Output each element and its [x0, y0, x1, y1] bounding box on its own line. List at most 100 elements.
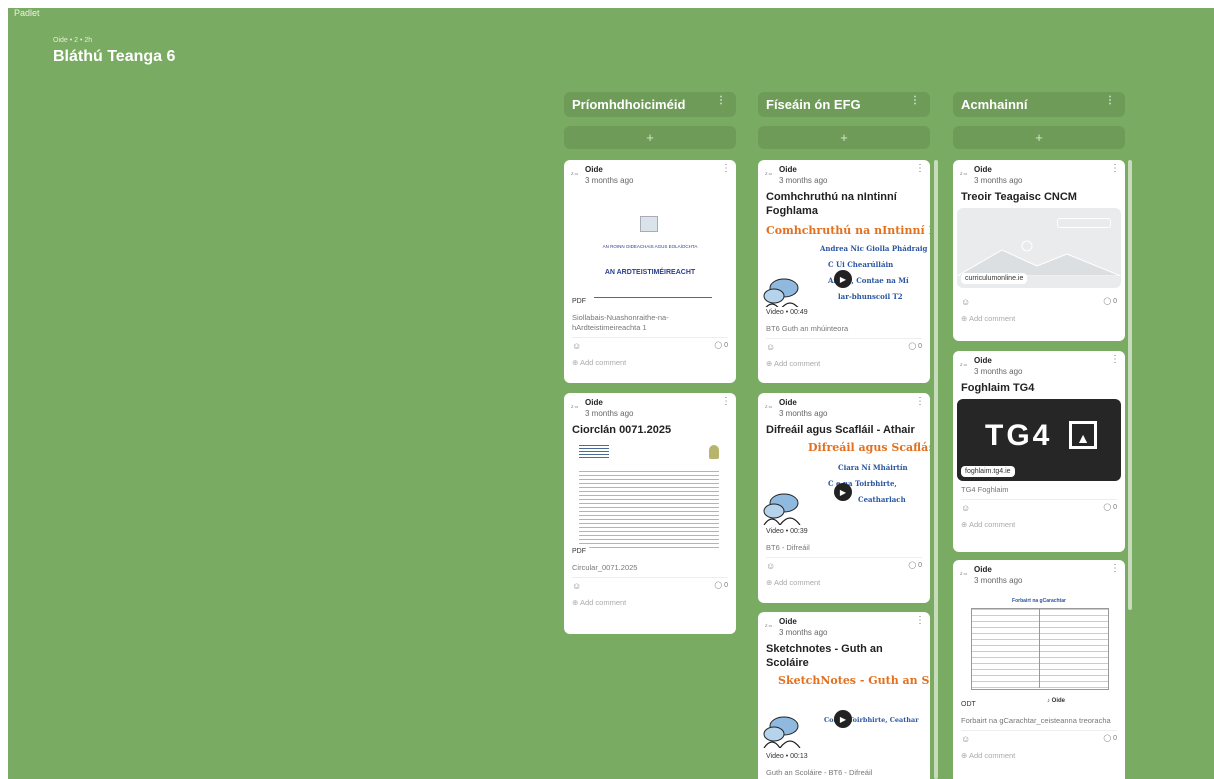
- speech-bubbles-icon: [763, 278, 801, 310]
- post-card[interactable]: Z ▭ Oide 3 months ago ⋮ Sketchnotes - Gu…: [758, 612, 930, 779]
- add-comment[interactable]: ⊕ Add comment: [564, 354, 736, 371]
- comment-count[interactable]: ◯ 0: [1103, 297, 1117, 305]
- column-scrollbar[interactable]: [934, 160, 938, 779]
- add-comment[interactable]: ⊕ Add comment: [953, 310, 1125, 327]
- reaction-icon[interactable]: ☺: [572, 341, 581, 351]
- reaction-icon[interactable]: ☺: [961, 297, 970, 307]
- doc-line: AN ROINN OIDEACHAIS AGUS EOLAÍOCHTA: [602, 244, 698, 249]
- post-card[interactable]: Z ▭ Oide 3 months ago ⋮ AN ROINN OIDEACH…: [564, 160, 736, 383]
- post-author: Oide: [779, 617, 797, 626]
- video-title-text: Difreáil agus Scaflá:: [808, 441, 930, 454]
- video-caption: BT6 Guth an mhúinteora: [766, 324, 849, 333]
- avatar: Z ▭: [765, 623, 773, 628]
- link-preview[interactable]: TG4 ▲ foghlaim.tg4.ie: [957, 399, 1121, 481]
- post-time: 3 months ago: [585, 409, 634, 418]
- comment-count[interactable]: ◯ 0: [908, 342, 922, 350]
- reaction-icon[interactable]: ☺: [766, 561, 775, 571]
- play-icon[interactable]: ▶: [834, 483, 852, 501]
- board-title: Bláthú Teanga 6: [53, 48, 176, 65]
- column-menu-icon[interactable]: ⋮: [716, 95, 726, 106]
- padlet-logo[interactable]: Padlet: [14, 8, 40, 18]
- add-post-button[interactable]: +: [758, 126, 930, 149]
- link-caption: TG4 Foghlaim: [961, 485, 1009, 494]
- post-author: Oide: [974, 356, 992, 365]
- post-card[interactable]: Z ▭ Oide 3 months ago ⋮ Comhchruthú na n…: [758, 160, 930, 383]
- avatar: Z ▭: [571, 404, 579, 409]
- post-footer: ☺ ◯ 0: [766, 557, 922, 574]
- post-header: Z ▭ Oide 3 months ago ⋮: [758, 160, 930, 190]
- avatar: Z ▭: [960, 571, 968, 576]
- comment-count[interactable]: ◯ 0: [714, 341, 728, 349]
- post-card[interactable]: Z ▭ Oide 3 months ago ⋮ Treoir Teagaisc …: [953, 160, 1125, 341]
- video-thumbnail[interactable]: SketchNotes - Guth an Sc Coláis Toirbhir…: [758, 674, 930, 766]
- video-duration-badge: Video • 00:39: [762, 526, 812, 537]
- comment-count[interactable]: ◯ 0: [908, 561, 922, 569]
- column-title: Príomhdhoiciméid: [572, 97, 686, 112]
- add-comment[interactable]: ⊕ Add comment: [953, 747, 1125, 764]
- video-title-text: Comhchruthú na nIntinní F: [766, 224, 930, 237]
- post-menu-icon[interactable]: ⋮: [915, 163, 925, 174]
- post-card[interactable]: Z ▭ Oide 3 months ago ⋮ Difreáil agus Sc…: [758, 393, 930, 603]
- add-comment[interactable]: ⊕ Add comment: [758, 574, 930, 591]
- add-post-button[interactable]: +: [564, 126, 736, 149]
- video-thumbnail[interactable]: Difreáil agus Scaflá: Ciara Ní Mháirtín …: [758, 441, 930, 541]
- placeholder-bar: [1057, 218, 1111, 228]
- post-menu-icon[interactable]: ⋮: [1110, 163, 1120, 174]
- add-post-button[interactable]: +: [953, 126, 1125, 149]
- add-comment[interactable]: ⊕ Add comment: [758, 355, 930, 372]
- post-card[interactable]: Z ▭ Oide 3 months ago ⋮ Ciorclán 0071.20…: [564, 393, 736, 634]
- video-thumbnail[interactable]: Comhchruthú na nIntinní F Andrea Nic Gio…: [758, 222, 930, 322]
- odt-preview[interactable]: Forbairt na gCarachtar ♪ Oide ODT: [953, 594, 1125, 714]
- reaction-icon[interactable]: ☺: [572, 581, 581, 591]
- column-header: Físeáin ón EFG ⋮: [758, 92, 930, 117]
- post-menu-icon[interactable]: ⋮: [1110, 354, 1120, 365]
- video-text: Ceatharlach: [858, 495, 906, 504]
- play-icon[interactable]: ▶: [834, 710, 852, 728]
- crest-icon: [640, 216, 658, 232]
- video-title-text: SketchNotes - Guth an Sc: [778, 674, 930, 687]
- video-duration-badge: Video • 00:13: [762, 751, 812, 762]
- post-footer: ☺ ◯ 0: [572, 577, 728, 594]
- post-time: 3 months ago: [974, 576, 1023, 585]
- comment-count[interactable]: ◯ 0: [1103, 734, 1117, 742]
- column-title: Físeáin ón EFG: [766, 97, 861, 112]
- link-preview[interactable]: curriculumonline.ie: [957, 208, 1121, 288]
- post-header: Z ▭ Oide 3 months ago ⋮: [564, 393, 736, 423]
- post-time: 3 months ago: [779, 628, 828, 637]
- add-comment[interactable]: ⊕ Add comment: [564, 594, 736, 611]
- harp-icon: [709, 445, 719, 459]
- post-title: Sketchnotes - Guth an Scoláire: [766, 643, 883, 669]
- reaction-icon[interactable]: ☺: [766, 342, 775, 352]
- column-header: Acmhainní ⋮: [953, 92, 1125, 117]
- attachment-name: Circular_0071.2025: [572, 563, 638, 572]
- board-meta: Oide • 2 • 2h: [53, 37, 93, 44]
- column-scrollbar[interactable]: [1128, 160, 1132, 610]
- reaction-icon[interactable]: ☺: [961, 734, 970, 744]
- pdf-preview[interactable]: PDF: [564, 441, 736, 561]
- comment-count[interactable]: ◯ 0: [714, 581, 728, 589]
- post-time: 3 months ago: [974, 367, 1023, 376]
- post-header: Z ▭ Oide 3 months ago ⋮: [953, 560, 1125, 590]
- comment-count[interactable]: ◯ 0: [1103, 503, 1117, 511]
- post-menu-icon[interactable]: ⋮: [721, 396, 731, 407]
- post-menu-icon[interactable]: ⋮: [915, 396, 925, 407]
- play-icon[interactable]: ▶: [834, 270, 852, 288]
- post-card[interactable]: Z ▭ Oide 3 months ago ⋮ Foghlaim TG4 TG4…: [953, 351, 1125, 552]
- column-menu-icon[interactable]: ⋮: [1105, 95, 1115, 106]
- video-caption: Guth an Scoláire - BT6 - Difreáil: [766, 768, 873, 777]
- video-text: Ciara Ní Mháirtín: [838, 463, 908, 472]
- post-menu-icon[interactable]: ⋮: [1110, 563, 1120, 574]
- post-card[interactable]: Z ▭ Oide 3 months ago ⋮ Forbairt na gCar…: [953, 560, 1125, 779]
- post-menu-icon[interactable]: ⋮: [915, 615, 925, 626]
- column-menu-icon[interactable]: ⋮: [910, 95, 920, 106]
- post-footer: ☺ ◯ 0: [961, 499, 1117, 516]
- add-comment[interactable]: ⊕ Add comment: [953, 516, 1125, 533]
- pdf-preview[interactable]: AN ROINN OIDEACHAIS AGUS EOLAÍOCHTA AN A…: [564, 194, 736, 311]
- post-menu-icon[interactable]: ⋮: [721, 163, 731, 174]
- post-title: Difreáil agus Scafláil - Athair: [766, 424, 915, 436]
- speech-bubbles-icon: [763, 493, 801, 525]
- post-time: 3 months ago: [974, 176, 1023, 185]
- post-title: Treoir Teagaisc CNCM: [961, 191, 1077, 203]
- padlet-board: Padlet Oide • 2 • 2h Bláthú Teanga 6 Prí…: [8, 8, 1214, 779]
- reaction-icon[interactable]: ☺: [961, 503, 970, 513]
